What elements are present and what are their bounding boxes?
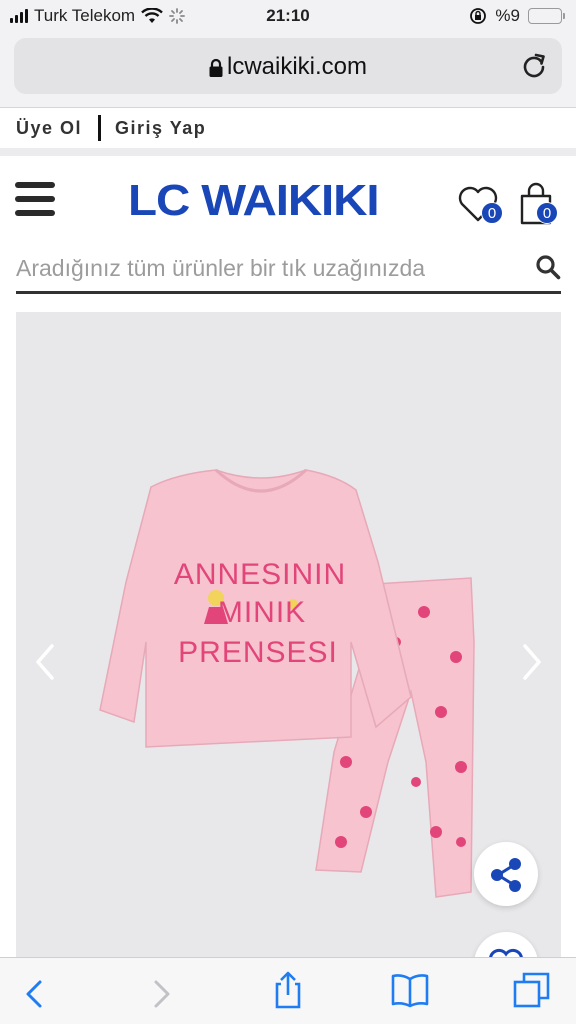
account-links: Üye Ol Giriş Yap: [0, 108, 576, 148]
address-bar[interactable]: lcwaikiki.com: [14, 38, 562, 94]
cart-button[interactable]: 0: [518, 182, 562, 228]
print-line-1: ANNESININ: [174, 558, 346, 591]
search-input[interactable]: [16, 248, 521, 288]
add-to-favorites-button[interactable]: [474, 932, 538, 957]
previous-image-arrow-icon[interactable]: [30, 642, 60, 682]
search-icon[interactable]: [535, 254, 561, 280]
tabs-icon[interactable]: [512, 970, 552, 1010]
print-line-3: PRENSESI: [178, 636, 338, 669]
reload-icon[interactable]: [520, 52, 548, 80]
site-logo[interactable]: LC WAIKIKI: [128, 176, 380, 226]
status-right: %9: [469, 6, 565, 26]
heart-outline-icon: [489, 948, 523, 957]
search-bar: [16, 246, 561, 294]
print-line-2: MINIK: [218, 596, 306, 629]
battery-percent: %9: [495, 6, 520, 25]
orientation-lock-icon: [470, 8, 487, 24]
share-icon[interactable]: [268, 970, 308, 1010]
site-header: LC WAIKIKI 0 0: [0, 156, 576, 246]
bookmarks-icon[interactable]: [390, 970, 430, 1010]
cart-count-badge: 0: [536, 202, 558, 224]
url-text: lcwaikiki.com: [226, 53, 367, 80]
login-link[interactable]: Giriş Yap: [115, 118, 206, 139]
account-divider: [98, 115, 102, 141]
browser-toolbar: [0, 957, 576, 1024]
favorites-button[interactable]: 0: [456, 184, 504, 226]
share-button[interactable]: [474, 842, 538, 906]
back-icon[interactable]: [14, 974, 54, 1014]
register-link[interactable]: Üye Ol: [16, 118, 82, 139]
share-nodes-icon: [491, 858, 521, 892]
section-divider: [0, 148, 576, 156]
browser-address-area: lcwaikiki.com: [0, 32, 576, 108]
favorites-count-badge: 0: [481, 202, 503, 224]
forward-icon[interactable]: [142, 974, 182, 1014]
status-bar: Turk Telekom 21:10 %9: [0, 0, 576, 32]
battery-icon: [528, 8, 565, 24]
next-image-arrow-icon[interactable]: [517, 642, 547, 682]
hamburger-menu-icon[interactable]: [15, 182, 55, 216]
product-image-gallery[interactable]: ANNESININ MINIK PRENSESI: [16, 312, 561, 957]
